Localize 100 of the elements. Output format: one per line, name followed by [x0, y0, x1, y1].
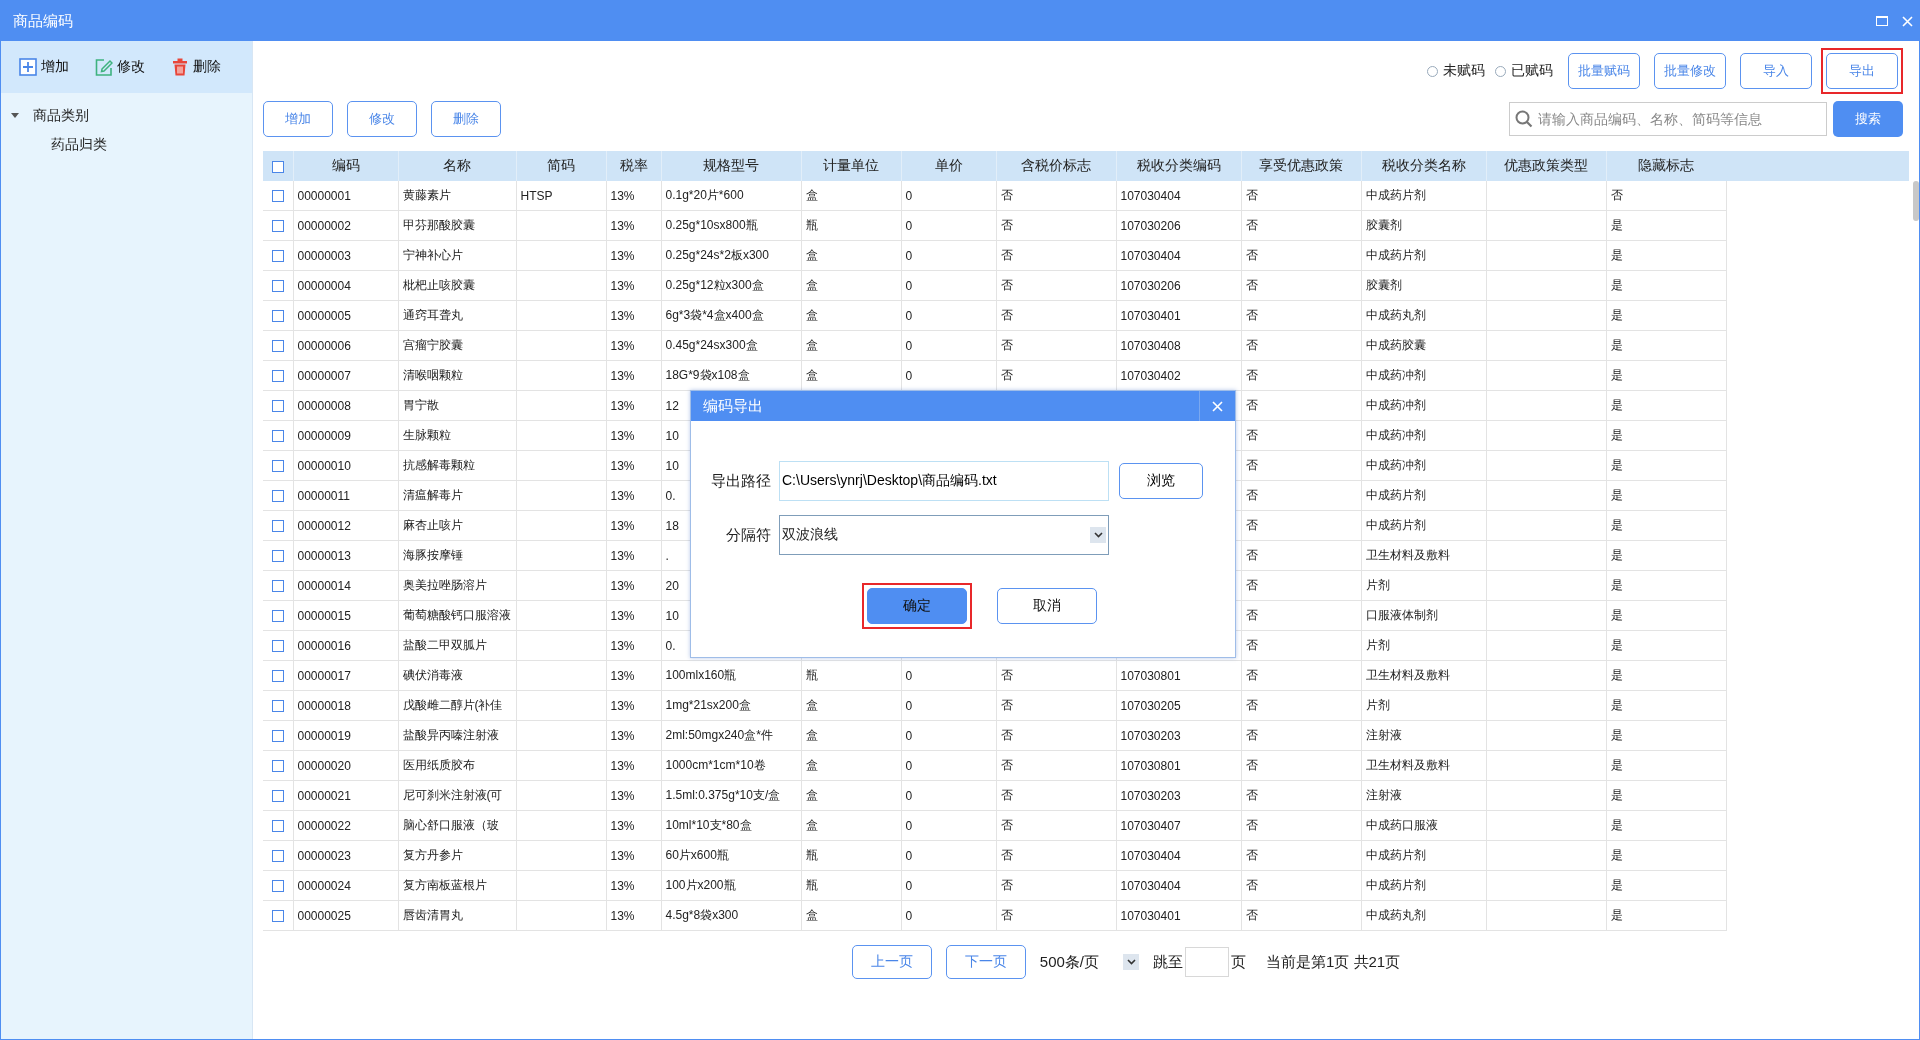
caret-down-icon[interactable] [11, 112, 19, 120]
browse-button[interactable]: 浏览 [1119, 463, 1203, 499]
search-field[interactable]: 请输入商品编码、名称、简码等信息 [1509, 102, 1827, 136]
delete-button[interactable]: 删除 [171, 58, 221, 76]
table-cell: 00000008 [297, 398, 351, 413]
checkbox[interactable] [271, 340, 284, 353]
table-cell: 盒 [805, 338, 818, 352]
table-cell: 复方南板蓝根片 [402, 878, 487, 892]
page-size-label: 500条/页 [1039, 952, 1099, 972]
table-cell: 18 [665, 518, 679, 533]
checkbox[interactable] [271, 790, 284, 803]
table-cell: 否 [1000, 908, 1013, 922]
page-status: 当前是第1页 共21页 [1266, 952, 1401, 972]
checkbox[interactable] [271, 610, 284, 623]
add-button[interactable]: 增加 [19, 58, 69, 76]
table-cell: 13% [610, 488, 635, 503]
table-cell: 否 [1000, 848, 1013, 862]
path-input-field[interactable]: C:\Users\ynrj\Desktop\商品编码.txt [779, 461, 1109, 501]
checkbox[interactable] [271, 550, 284, 563]
table-cell: 10ml*10支*80盒 [665, 818, 752, 832]
checkbox[interactable] [271, 370, 284, 383]
tree-item[interactable]: 商品类别 [33, 107, 89, 125]
scrollbar-thumb[interactable] [1913, 181, 1919, 221]
column-header: 优惠政策类型 [1504, 157, 1588, 173]
close-icon[interactable] [1902, 15, 1913, 27]
table-cell: 13% [610, 908, 635, 923]
toolbar-button[interactable]: 删除 [431, 101, 501, 137]
cancel-button[interactable]: 取消 [997, 588, 1097, 624]
checkbox[interactable] [271, 520, 284, 533]
table-cell: 否 [1245, 698, 1258, 712]
table-cell: 否 [1245, 818, 1258, 832]
table-cell: 否 [1245, 518, 1258, 532]
toolbar-button[interactable]: 导入 [1740, 53, 1812, 89]
table-cell: 00000001 [297, 188, 351, 203]
column-header: 简码 [547, 157, 575, 173]
checkbox[interactable] [271, 161, 284, 174]
table-cell: 是 [1610, 548, 1623, 562]
toolbar-button[interactable]: 批量赋码 [1568, 53, 1640, 89]
table-cell: 是 [1610, 758, 1623, 772]
table-cell: 是 [1610, 218, 1623, 232]
table-cell: 甲芬那酸胶囊 [402, 218, 475, 232]
table-cell: 否 [1000, 698, 1013, 712]
table-cell: 00000025 [297, 908, 351, 923]
table-cell: HTSP [520, 188, 553, 203]
table-cell: 是 [1610, 608, 1623, 622]
table-cell: 否 [1000, 248, 1013, 262]
checkbox[interactable] [271, 580, 284, 593]
checkbox[interactable] [271, 400, 284, 413]
table-cell: 盒 [805, 818, 818, 832]
checkbox[interactable] [271, 640, 284, 653]
checkbox[interactable] [271, 700, 284, 713]
toolbar-button[interactable]: 导出 [1826, 53, 1898, 89]
table-cell: 13% [610, 458, 635, 473]
table-cell: 尼可刹米注射液(可 [402, 788, 503, 802]
checkbox[interactable] [271, 880, 284, 893]
radio-label[interactable]: 已赋码 [1511, 62, 1553, 80]
checkbox[interactable] [271, 850, 284, 863]
toolbar-button[interactable]: 批量修改 [1654, 53, 1726, 89]
checkbox[interactable] [271, 820, 284, 833]
checkbox[interactable] [271, 430, 284, 443]
close-icon[interactable] [1212, 400, 1223, 412]
table-cell: 0. [665, 638, 676, 653]
checkbox[interactable] [271, 280, 284, 293]
table-cell: 胶囊剂 [1365, 218, 1402, 232]
table-cell: 107030206 [1120, 278, 1181, 293]
table-cell: 瓶 [805, 218, 818, 232]
checkbox[interactable] [271, 250, 284, 263]
checkbox[interactable] [271, 490, 284, 503]
toolbar-button[interactable]: 增加 [263, 101, 333, 137]
page-input[interactable] [1185, 947, 1229, 977]
checkbox[interactable] [271, 910, 284, 923]
checkbox[interactable] [271, 670, 284, 683]
table-cell: 0 [905, 878, 913, 893]
radio-label[interactable]: 未赋码 [1443, 62, 1485, 80]
table-cell: 0 [905, 248, 913, 263]
table-cell: 片剂 [1365, 578, 1390, 592]
next-page-button[interactable]: 下一页 [945, 945, 1026, 979]
checkbox[interactable] [271, 460, 284, 473]
table-cell: 否 [1245, 218, 1258, 232]
checkbox[interactable] [271, 730, 284, 743]
maximize-icon[interactable] [1876, 16, 1888, 26]
table-cell: 否 [1000, 788, 1013, 802]
confirm-button[interactable]: 确定 [867, 588, 967, 624]
checkbox[interactable] [271, 220, 284, 233]
checkbox[interactable] [271, 190, 284, 203]
tree-item[interactable]: 药品归类 [51, 136, 107, 154]
dropdown-button[interactable] [1123, 954, 1139, 970]
table-cell: 00000017 [297, 668, 351, 683]
separator-dropdown[interactable]: 双波浪线 [779, 515, 1109, 555]
edit-button[interactable]: 修改 [95, 58, 145, 76]
checkbox[interactable] [271, 760, 284, 773]
toolbar-button[interactable]: 修改 [347, 101, 417, 137]
table-cell: 否 [1000, 878, 1013, 892]
table-cell: 否 [1245, 908, 1258, 922]
table-cell: 13% [610, 788, 635, 803]
table-cell: 00000011 [297, 488, 350, 503]
column-header: 单价 [934, 157, 963, 173]
checkbox[interactable] [271, 310, 284, 323]
table-cell: 13% [610, 398, 635, 413]
prev-page-button[interactable]: 上一页 [851, 945, 932, 979]
